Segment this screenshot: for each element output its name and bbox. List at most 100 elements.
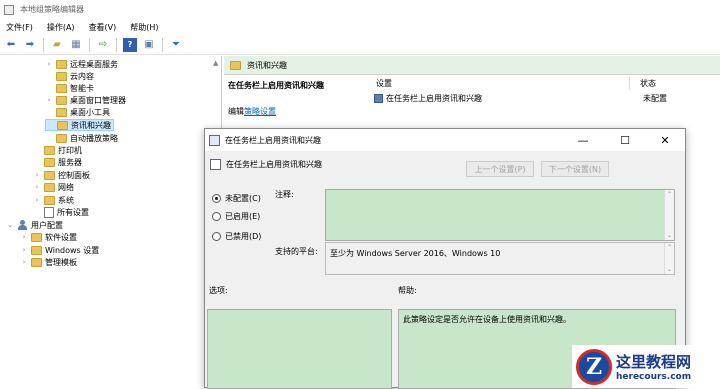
- help-icon[interactable]: ?: [123, 37, 137, 52]
- expand-arrow-icon[interactable]: ⌄: [6, 221, 14, 229]
- close-icon[interactable]: ✕: [645, 129, 685, 151]
- edit-policy-link[interactable]: 策略设置: [244, 107, 276, 116]
- previous-setting-button[interactable]: 上一个设置(P): [466, 161, 534, 177]
- minimize-icon[interactable]: —: [563, 129, 603, 151]
- tree-item[interactable]: 智能卡: [45, 82, 94, 94]
- policy-row-name: 在任务栏上启用资讯和兴趣: [386, 93, 482, 103]
- expand-arrow-icon[interactable]: ›: [33, 183, 41, 191]
- tree-item[interactable]: › 远程桌面服务: [45, 58, 118, 70]
- dialog-subheader: 在任务栏上启用资讯和兴趣: [210, 159, 322, 170]
- expand-arrow-icon[interactable]: ›: [45, 96, 53, 104]
- radio-circle[interactable]: [212, 212, 221, 221]
- radio-enabled[interactable]: 已启用(E): [212, 211, 260, 222]
- expand-arrow-icon[interactable]: ›: [20, 258, 28, 266]
- tree-item[interactable]: › 桌面窗口管理器: [45, 94, 126, 106]
- supported-platforms-label: 支持的平台:: [275, 247, 318, 256]
- expand-arrow-icon[interactable]: ›: [20, 246, 28, 254]
- tree-item-label: 控制面板: [58, 170, 90, 180]
- comment-label: 注释:: [275, 190, 294, 199]
- scroll-down-icon[interactable]: ⌄: [667, 232, 672, 239]
- folder-icon: [230, 60, 241, 70]
- platform-scrollbar[interactable]: ⌃ ⌄: [664, 243, 674, 274]
- tree-item[interactable]: 资讯和兴趣: [45, 119, 114, 131]
- filter-icon[interactable]: ⏷: [169, 38, 183, 52]
- tree-item[interactable]: › 控制面板: [33, 169, 90, 181]
- tree-item[interactable]: › 软件设置: [20, 231, 77, 243]
- supported-platforms-box: 至少为 Windows Server 2016、Windows 10 ⌃ ⌄: [325, 242, 675, 275]
- radio-circle-selected[interactable]: [212, 194, 221, 203]
- dialog-subtitle: 在任务栏上启用资讯和兴趣: [226, 160, 322, 169]
- scroll-up-icon[interactable]: ⌃: [667, 244, 672, 251]
- tree-item-label: 智能卡: [70, 83, 94, 93]
- tree-item[interactable]: 所有设置: [33, 206, 89, 218]
- up-folder-icon[interactable]: ▰: [50, 38, 64, 52]
- tree-item-label: 桌面窗口管理器: [70, 95, 126, 105]
- edit-policy-text: 编辑策略设置: [228, 106, 276, 117]
- tree-item[interactable]: 打印机: [33, 144, 82, 156]
- column-header-setting[interactable]: 设置: [376, 77, 392, 90]
- comment-textarea[interactable]: ⌃ ⌄: [325, 189, 675, 241]
- help-label: 帮助:: [398, 286, 417, 295]
- folder-icon: [44, 195, 55, 205]
- tree-item-label: 打印机: [58, 145, 82, 155]
- expand-arrow-icon[interactable]: ›: [33, 171, 41, 179]
- comment-scrollbar[interactable]: ⌃ ⌄: [664, 190, 674, 240]
- folder-icon: [56, 107, 67, 117]
- expand-arrow-icon[interactable]: ›: [20, 233, 28, 241]
- tree-item-label: 服务器: [58, 157, 82, 167]
- policy-title: 在任务栏上启用资讯和兴趣: [228, 81, 324, 90]
- menu-help[interactable]: 帮助(H): [130, 22, 158, 33]
- tree-item[interactable]: 云内容: [45, 70, 94, 82]
- policy-icon: [210, 159, 221, 170]
- folder-icon: [56, 95, 67, 105]
- properties-icon[interactable]: ▣: [142, 38, 156, 52]
- folder-icon: [56, 133, 67, 143]
- menu-view[interactable]: 查看(V): [89, 22, 117, 33]
- tree-item[interactable]: 桌面小工具: [45, 106, 110, 118]
- back-icon[interactable]: ⬅: [4, 38, 18, 52]
- folder-icon: [44, 170, 55, 180]
- help-text: 此策略设定是否允许在设备上使用资讯和兴趣。: [403, 315, 571, 324]
- tree-item-label: 资讯和兴趣: [71, 120, 111, 130]
- tree-item-label: 所有设置: [57, 207, 89, 217]
- tree-item[interactable]: › 系统: [33, 194, 74, 206]
- menu-action[interactable]: 操作(A): [47, 22, 75, 33]
- window-title: 本地组策略编辑器: [20, 5, 84, 14]
- tree-item[interactable]: › Windows 设置: [20, 244, 99, 256]
- tree-item[interactable]: 自动播放策略: [45, 132, 118, 144]
- show-hide-tree-icon[interactable]: ▦: [69, 38, 83, 52]
- tree-item[interactable]: ⌄ 用户配置: [6, 219, 63, 231]
- next-setting-button[interactable]: 下一个设置(N): [541, 161, 609, 177]
- menu-file[interactable]: 文件(F): [6, 22, 33, 33]
- tree-item[interactable]: › 网络: [33, 181, 74, 193]
- menu-bar: 文件(F) 操作(A) 查看(V) 帮助(H): [0, 19, 720, 35]
- export-list-icon[interactable]: ⇨: [96, 38, 110, 52]
- tree-item[interactable]: 服务器: [33, 156, 82, 168]
- forward-icon[interactable]: ➡: [23, 38, 37, 52]
- scroll-up-icon[interactable]: ▲: [213, 59, 218, 67]
- folder-icon: [31, 232, 42, 242]
- radio-disabled[interactable]: 已禁用(D): [212, 231, 261, 242]
- folder-icon: [44, 145, 55, 155]
- toolbar-divider: [89, 37, 90, 52]
- folder-icon: [56, 83, 67, 93]
- toolbar-divider: [43, 37, 44, 52]
- expand-arrow-icon[interactable]: ›: [45, 60, 53, 68]
- tree-item-label: 自动播放策略: [70, 133, 118, 143]
- folder-icon: [44, 182, 55, 192]
- radio-not-configured[interactable]: 未配置(C): [212, 193, 261, 204]
- scroll-down-icon[interactable]: ⌄: [667, 266, 672, 273]
- tree-item-label: 云内容: [70, 71, 94, 81]
- dialog-title: 在任务栏上启用资讯和兴趣: [225, 135, 321, 145]
- scroll-up-icon[interactable]: ⌃: [667, 191, 672, 198]
- expand-arrow-icon[interactable]: ›: [33, 196, 41, 204]
- column-header-state[interactable]: 状态: [640, 77, 656, 90]
- watermark: Z 这里教程网 herecours.com: [572, 345, 720, 388]
- maximize-icon[interactable]: ☐: [605, 129, 645, 151]
- policy-row[interactable]: 在任务栏上启用资讯和兴趣 未配置: [372, 92, 720, 104]
- options-panel: [207, 309, 392, 389]
- folder-icon: [31, 245, 42, 255]
- radio-circle[interactable]: [212, 232, 221, 241]
- navigation-tree: › 远程桌面服务 云内容智能卡 › 桌面窗口管理器 桌面小工具资讯和兴趣自动播放策略打印机…: [0, 56, 222, 388]
- tree-item[interactable]: › 管理模板: [20, 256, 77, 268]
